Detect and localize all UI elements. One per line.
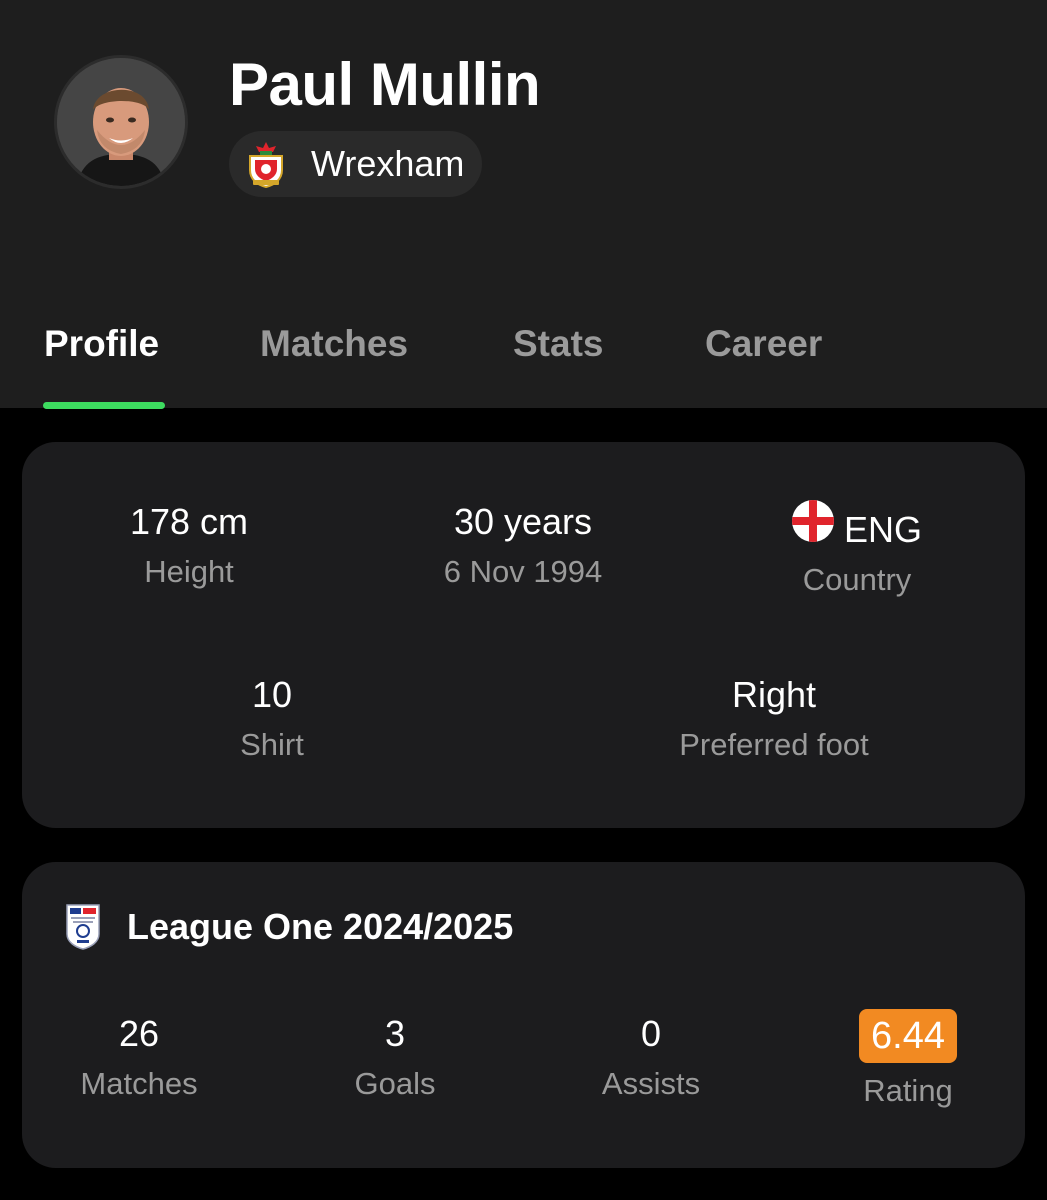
team-chip[interactable]: Wrexham — [229, 131, 483, 197]
team-name: Wrexham — [311, 143, 465, 184]
tab-career[interactable]: Career — [705, 322, 822, 366]
birth-date: 6 Nov 1994 — [443, 554, 603, 589]
matches-stat: 26 Matches — [80, 1012, 197, 1104]
tab-matches[interactable]: Matches — [260, 322, 408, 366]
player-name: Paul Mullin — [229, 51, 541, 118]
tab-stats[interactable]: Stats — [513, 322, 603, 366]
preferred-foot-stat: Right Preferred foot — [679, 673, 869, 765]
shirt-stat: 10 Shirt — [240, 673, 304, 765]
tab-profile[interactable]: Profile — [44, 322, 159, 366]
shirt-value: 10 — [251, 674, 293, 715]
player-header: Paul Mullin Wrexham Profile Matches Stat… — [0, 0, 1047, 409]
player-photo-icon — [57, 58, 185, 186]
matches-label: Matches — [80, 1066, 198, 1101]
season-stats-card[interactable]: League One 2024/2025 26 Matches 3 Goals … — [22, 862, 1025, 1168]
preferred-foot-label: Preferred foot — [679, 727, 869, 762]
goals-label: Goals — [354, 1066, 436, 1101]
country-stat[interactable]: ENG Country — [791, 500, 923, 600]
wrexham-crest-icon — [249, 142, 283, 188]
player-avatar — [54, 55, 188, 189]
efl-league-one-logo-icon — [66, 904, 100, 950]
active-tab-indicator — [43, 402, 165, 409]
country-label: Country — [802, 562, 912, 597]
league-header[interactable]: League One 2024/2025 — [66, 904, 513, 950]
age-value: 30 years — [453, 501, 593, 542]
assists-stat: 0 Assists — [602, 1012, 700, 1104]
shirt-label: Shirt — [240, 727, 304, 762]
goals-stat: 3 Goals — [355, 1012, 436, 1104]
matches-value: 26 — [118, 1013, 160, 1054]
height-stat: 178 cm Height — [130, 500, 248, 592]
league-title: League One 2024/2025 — [127, 906, 514, 947]
rating-badge: 6.44 — [859, 1009, 957, 1063]
height-label: Height — [144, 554, 234, 589]
height-value: 178 cm — [129, 501, 249, 542]
tab-bar: Profile Matches Stats Career — [0, 310, 1047, 409]
rating-stat: 6.44 Rating — [859, 1009, 957, 1111]
age-stat: 30 years 6 Nov 1994 — [444, 500, 603, 592]
player-info-card: 178 cm Height 30 years 6 Nov 1994 ENG Co… — [22, 442, 1025, 828]
assists-label: Assists — [601, 1066, 701, 1101]
england-flag-icon — [791, 500, 834, 542]
preferred-foot-value: Right — [731, 674, 817, 715]
goals-value: 3 — [384, 1013, 406, 1054]
assists-value: 0 — [640, 1013, 662, 1054]
country-value: ENG — [844, 509, 923, 550]
rating-label: Rating — [863, 1073, 953, 1108]
